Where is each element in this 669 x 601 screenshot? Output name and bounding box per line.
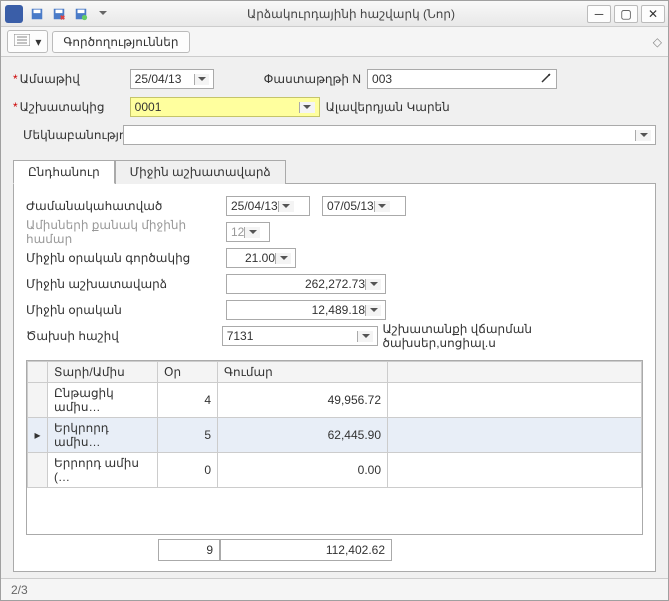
- total-days: 9: [158, 539, 220, 561]
- employee-label: Աշխատակից: [20, 100, 130, 114]
- actions-tab[interactable]: Գործողություններ: [52, 31, 189, 53]
- docnum-label: Փաստաթղթի N: [264, 72, 361, 86]
- minimize-button[interactable]: ─: [587, 5, 611, 23]
- employee-name: Ալավերդյան Կարեն: [326, 100, 450, 114]
- record-position: 2/3: [11, 583, 28, 597]
- period-from-input[interactable]: 25/04/13: [226, 196, 310, 216]
- avgsalary-label: Միջին աշխատավարձ: [26, 277, 226, 291]
- docnum-input[interactable]: 003: [367, 69, 557, 89]
- grid-col-days[interactable]: Օր: [158, 362, 218, 383]
- date-input[interactable]: 25/04/13: [130, 69, 214, 89]
- ribbon-expand-icon[interactable]: ◇: [653, 35, 662, 49]
- grid-col-amount[interactable]: Գումար: [218, 362, 388, 383]
- maximize-button[interactable]: ▢: [614, 5, 638, 23]
- expacc-name: Աշխատանքի վճարման ծախսեր,սոցիալ.ս: [382, 322, 643, 350]
- close-button[interactable]: ✕: [641, 5, 665, 23]
- save-new-icon[interactable]: [71, 4, 91, 24]
- tab-avgsalary[interactable]: Միջին աշխատավարձ: [115, 160, 286, 184]
- app-icon: [5, 5, 23, 23]
- table-row[interactable]: Ընթացիկ ամիս… 4 49,956.72: [28, 383, 642, 418]
- quickbar-dropdown-icon[interactable]: [93, 4, 113, 24]
- window-title: Արձակուրդայինի հաշվարկ (Նոր): [115, 7, 587, 21]
- grid-totals: 9 112,402.62: [26, 539, 643, 561]
- date-label: Ամսաթիվ: [20, 72, 130, 86]
- app-window: Արձակուրդայինի հաշվարկ (Նոր) ─ ▢ ✕ ▾ Գոր…: [0, 0, 669, 601]
- save-close-icon[interactable]: [49, 4, 69, 24]
- titlebar: Արձակուրդայինի հաշվարկ (Նոր) ─ ▢ ✕: [1, 1, 668, 27]
- comment-label: Մեկնաբանություն: [23, 128, 123, 142]
- expacc-input[interactable]: 7131: [222, 326, 379, 346]
- employee-code-input[interactable]: 0001: [130, 97, 320, 117]
- expacc-label: Ծախսի հաշիվ: [26, 329, 222, 343]
- period-label: Ժամանակահատված: [26, 199, 226, 213]
- detail-tabs: Ընդհանուր Միջին աշխատավարձ: [13, 159, 656, 183]
- tab-body-general: Ժամանակահատված 25/04/13 07/05/13 Ամիսներ…: [13, 183, 656, 572]
- avgsalary-input[interactable]: 262,272.73: [226, 274, 386, 294]
- avgmonths-label: Ամիսների քանակ միջինի համար: [26, 218, 226, 246]
- tab-general[interactable]: Ընդհանուր: [13, 160, 115, 184]
- avgdaily-label: Միջին օրական: [26, 303, 226, 317]
- avgdaily-input[interactable]: 12,489.18: [226, 300, 386, 320]
- avgdayfactor-label: Միջին օրական գործակից: [26, 251, 226, 265]
- months-grid[interactable]: Տարի/Ամիս Օր Գումար Ընթացիկ ամիս… 4 49,9…: [26, 360, 643, 535]
- view-mode-button[interactable]: ▾: [7, 30, 48, 53]
- total-amount: 112,402.62: [220, 539, 392, 561]
- grid-col-month[interactable]: Տարի/Ամիս: [48, 362, 158, 383]
- period-to-input[interactable]: 07/05/13: [322, 196, 406, 216]
- form-content: *Ամսաթիվ 25/04/13 Փաստաթղթի N 003 *Աշխատ…: [1, 57, 668, 578]
- table-row[interactable]: ▸ Երկրորդ ամիս… 5 62,445.90: [28, 418, 642, 453]
- ribbon-bar: ▾ Գործողություններ ◇: [1, 27, 668, 57]
- avgdayfactor-input[interactable]: 21.00: [226, 248, 296, 268]
- statusbar: 2/3: [1, 578, 668, 600]
- avgmonths-input: 12: [226, 222, 270, 242]
- docnum-wand-icon[interactable]: [540, 72, 552, 87]
- table-row[interactable]: Երրորդ ամիս (… 0 0.00: [28, 453, 642, 488]
- comment-input[interactable]: [123, 125, 656, 145]
- save-icon[interactable]: [27, 4, 47, 24]
- grid-rowhandle-header: [28, 362, 48, 383]
